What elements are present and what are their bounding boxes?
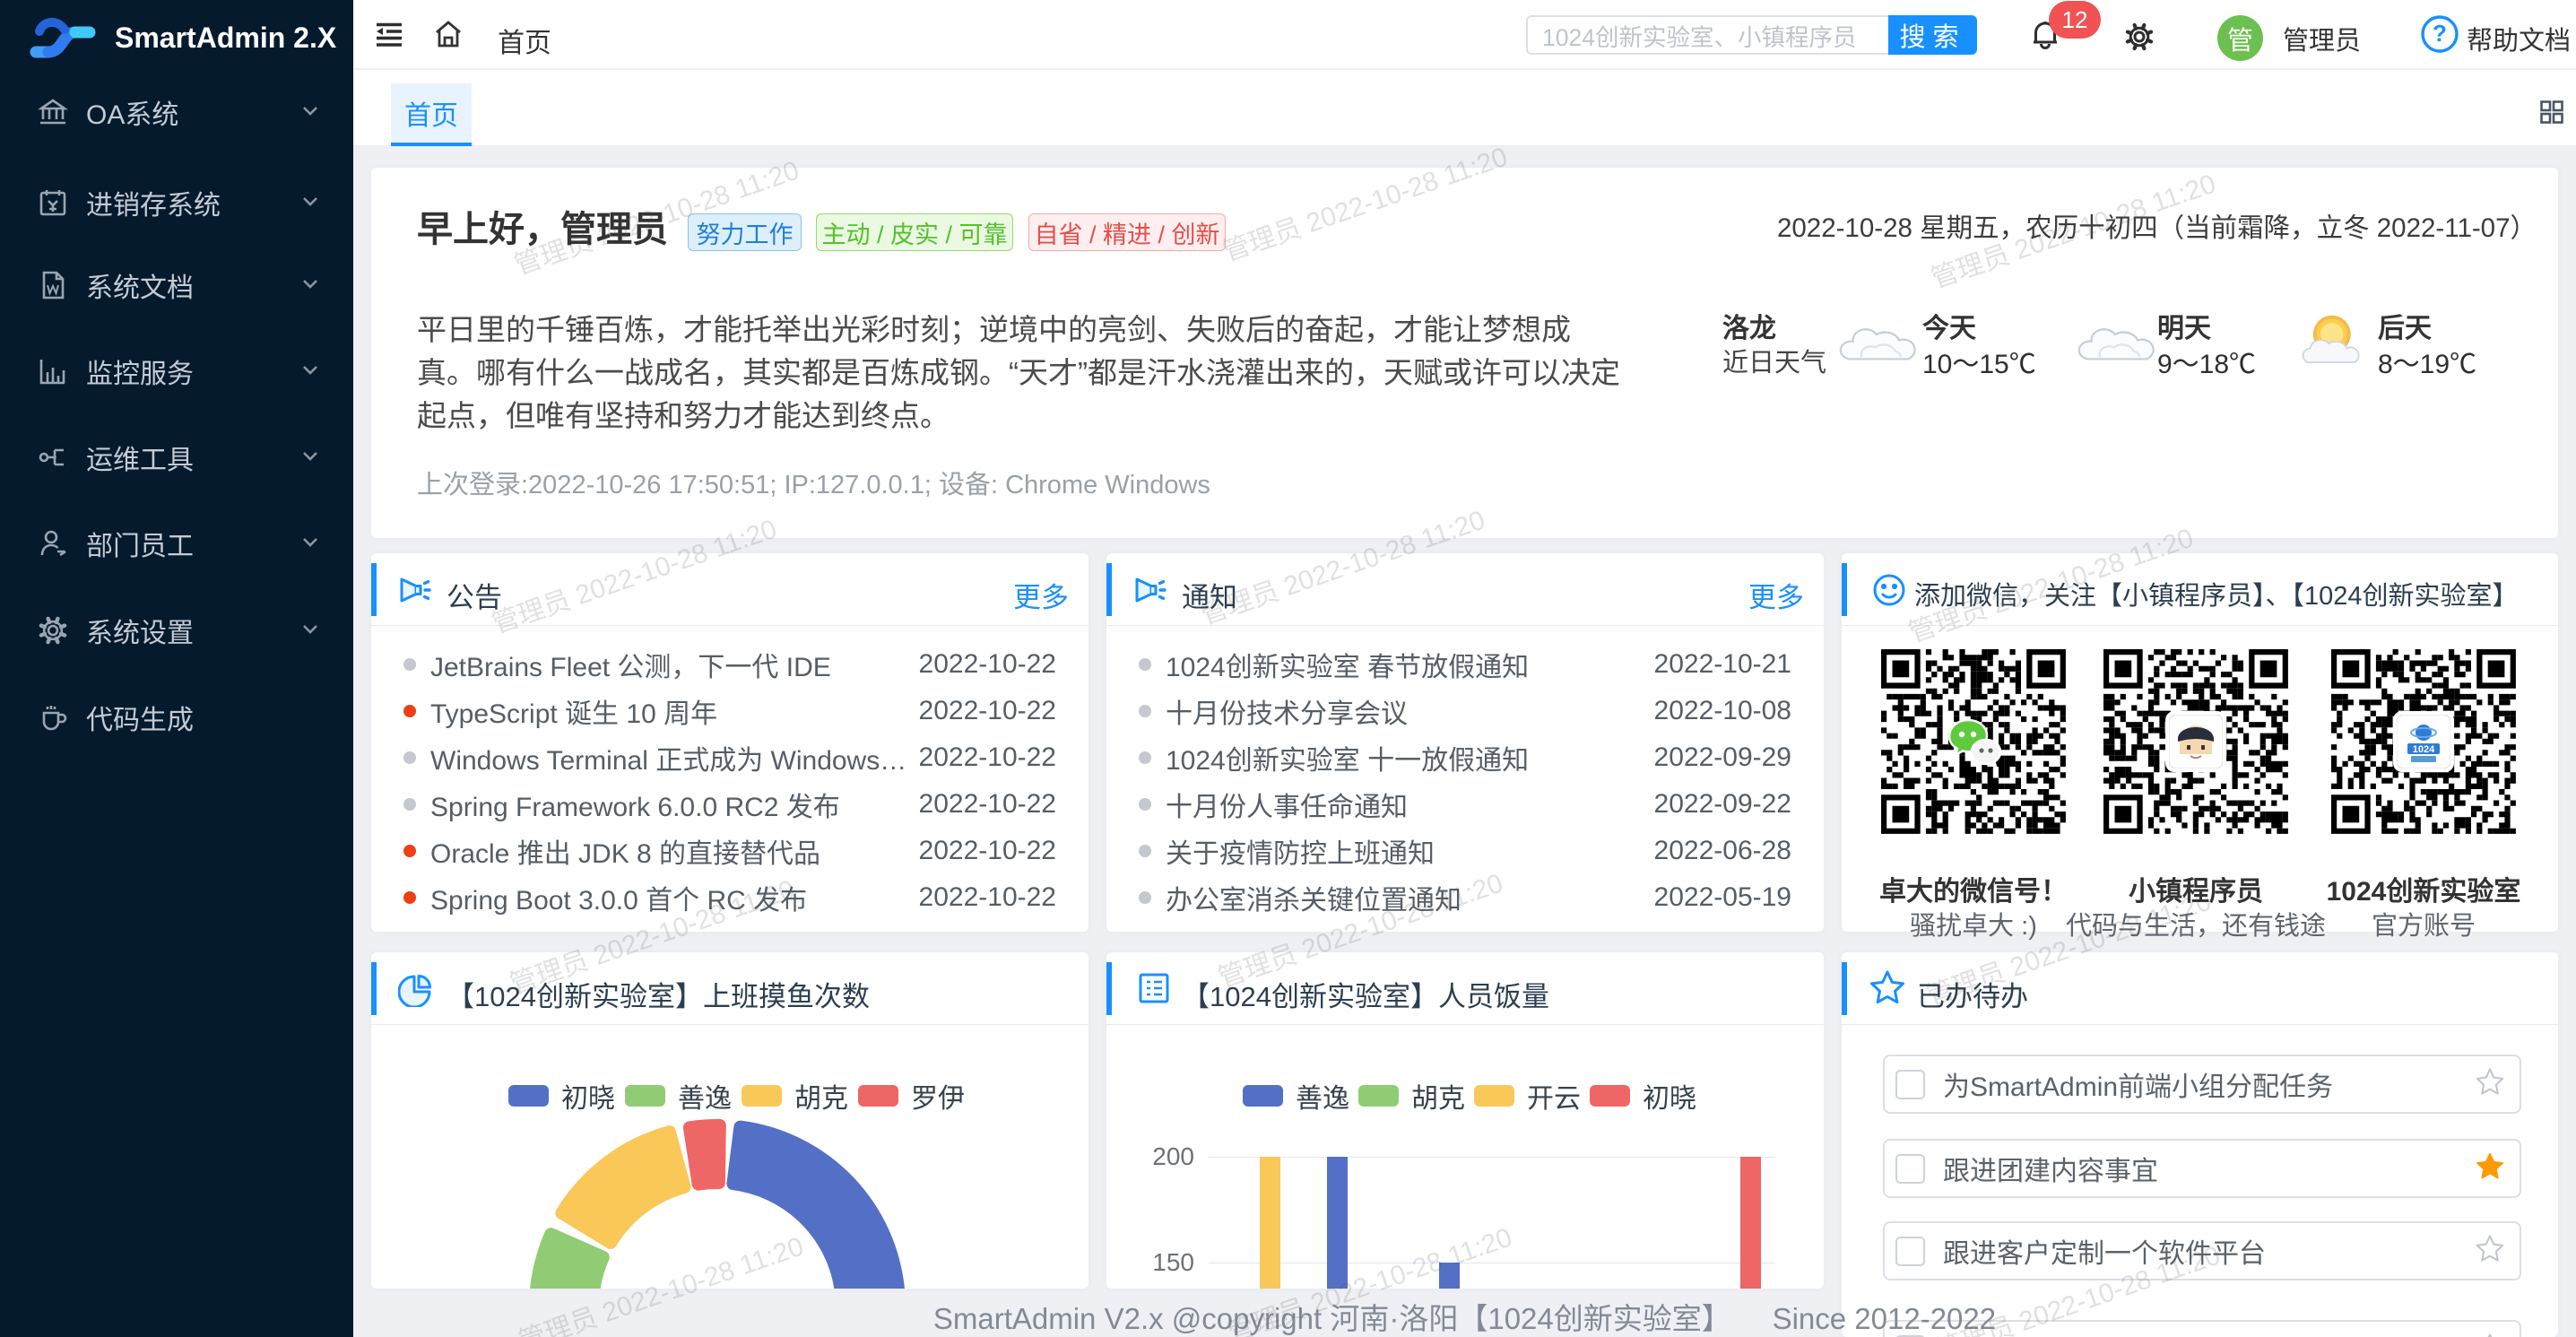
svg-text:1024: 1024: [2413, 744, 2435, 755]
svg-text:?: ?: [2433, 20, 2447, 47]
